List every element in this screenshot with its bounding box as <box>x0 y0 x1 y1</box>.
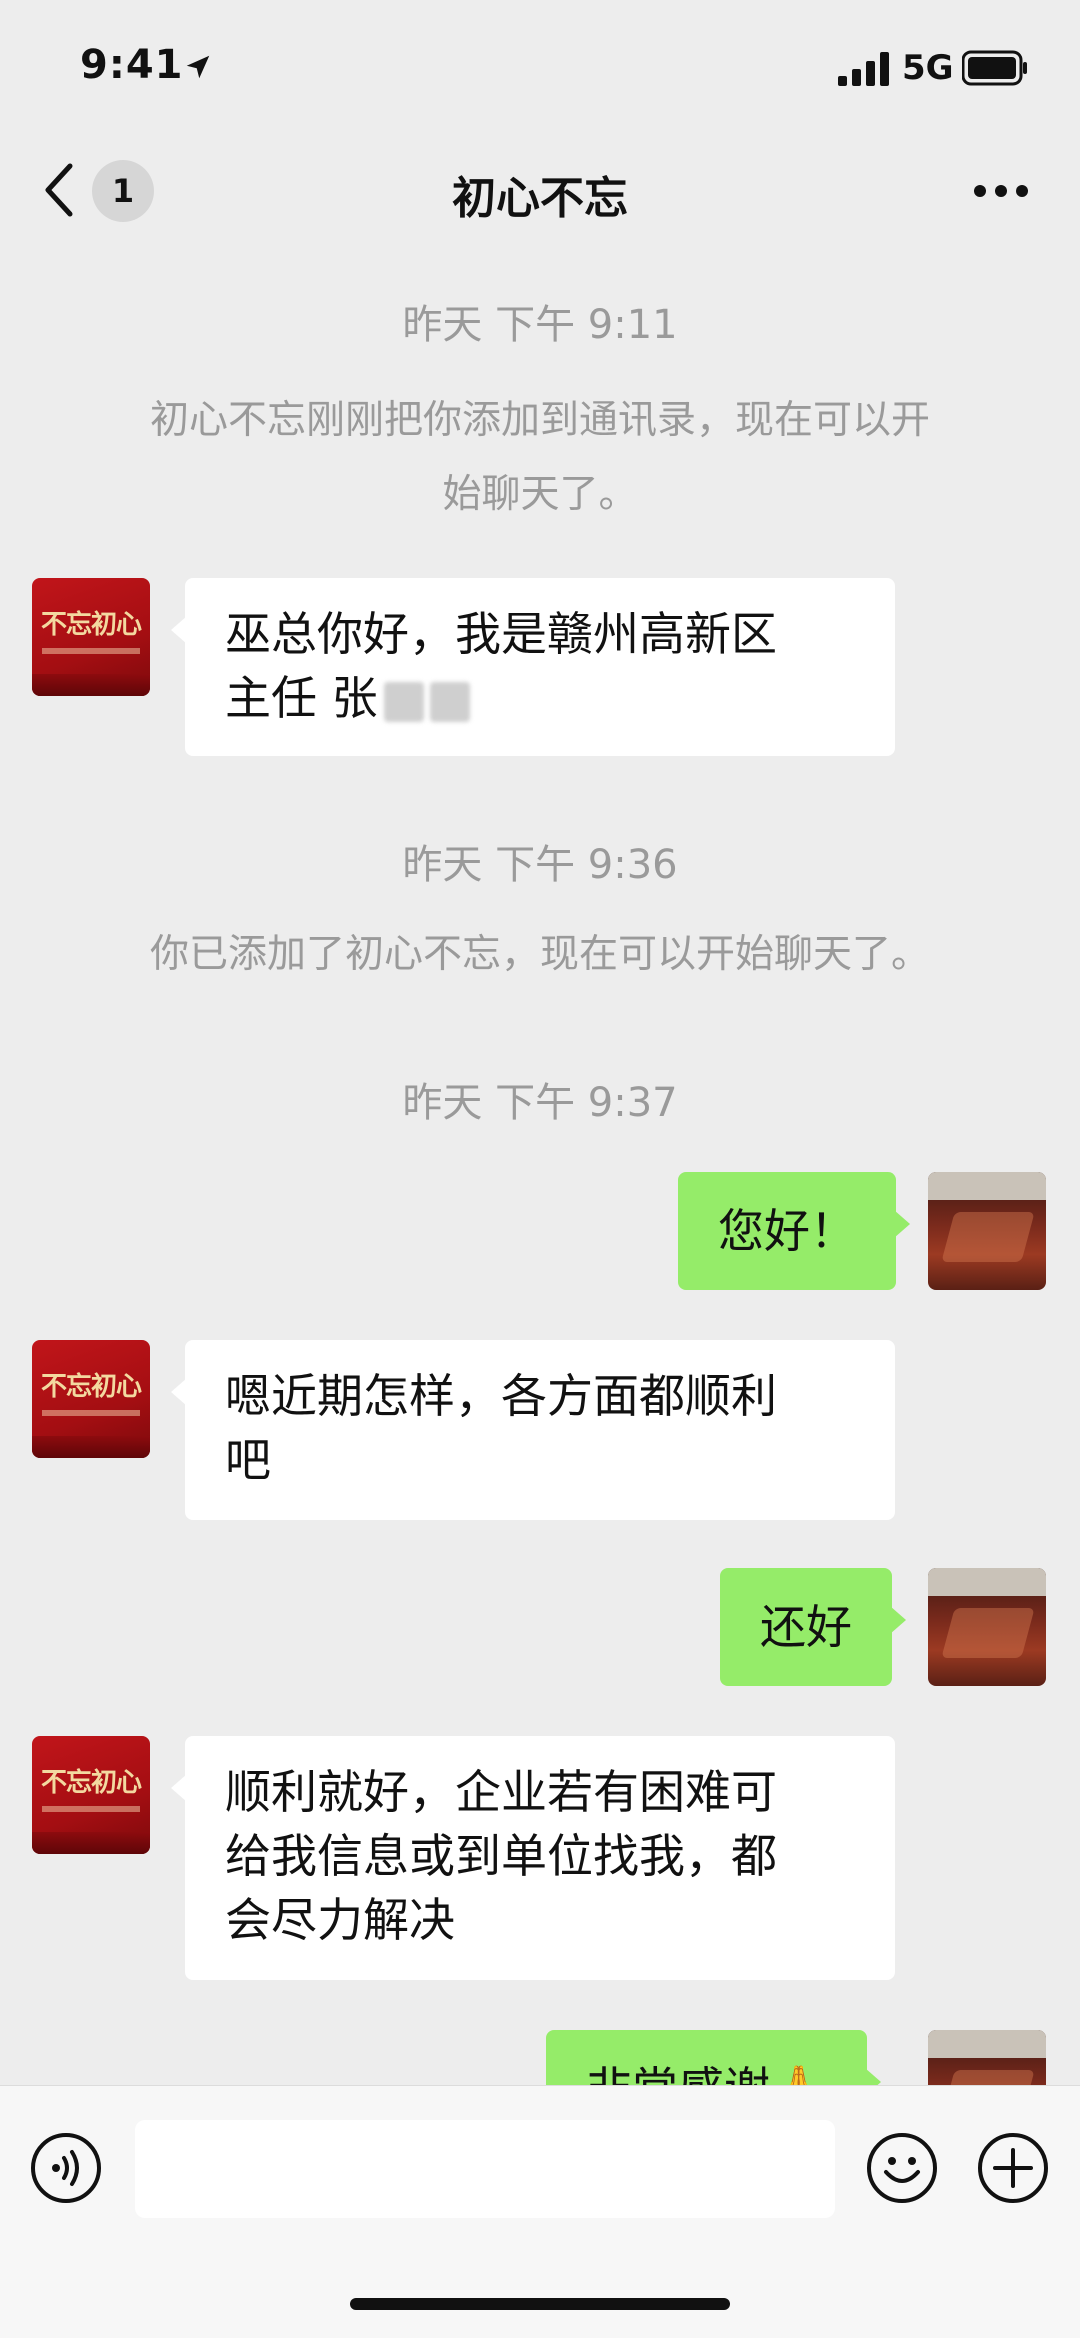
avatar-brand-text: 不忘初心 <box>40 1768 142 1798</box>
contact-avatar[interactable]: 不忘初心 <box>32 1736 150 1854</box>
message-text-line: 吧 <box>225 1433 271 1487</box>
more-dots-icon[interactable] <box>972 182 1030 200</box>
home-indicator <box>350 2298 730 2310</box>
message-bubble-received[interactable]: 嗯近期怎样，各方面都顺利 吧 <box>171 1340 895 1520</box>
input-bar <box>0 2085 1080 2338</box>
timestamp: 昨天 下午 9:11 <box>402 302 678 348</box>
emoji-icon[interactable] <box>866 2132 938 2204</box>
status-bar: 9:41 5G <box>0 0 1080 130</box>
message-text-line: 嗯近期怎样，各方面都顺利 <box>225 1369 777 1423</box>
system-message-line: 初心不忘刚刚把你添加到通讯录，现在可以开 <box>149 398 930 443</box>
redacted-name <box>429 681 470 722</box>
message-input[interactable] <box>135 2120 835 2218</box>
system-message-line: 始聊天了。 <box>442 472 638 517</box>
message-bubble-received[interactable]: 巫总你好，我是赣州高新区 主任 张 <box>171 578 895 756</box>
self-avatar[interactable] <box>928 1172 1046 1290</box>
contact-avatar[interactable]: 不忘初心 <box>32 578 150 696</box>
message-text-line: 给我信息或到单位找我，都 <box>225 1829 777 1883</box>
timestamp: 昨天 下午 9:36 <box>402 842 678 888</box>
self-avatar[interactable] <box>928 1568 1046 1686</box>
timestamp: 昨天 下午 9:37 <box>402 1080 678 1126</box>
avatar-brand-text: 不忘初心 <box>40 610 142 640</box>
chat-title: 初心不忘 <box>452 173 628 224</box>
message-bubble-sent[interactable]: 您好！ <box>678 1172 910 1290</box>
location-arrow-icon <box>186 55 210 79</box>
plus-icon[interactable] <box>977 2132 1049 2204</box>
voice-icon[interactable] <box>30 2132 102 2204</box>
message-text-line: 顺利就好，企业若有困难可 <box>225 1765 777 1819</box>
system-message: 你已添加了初心不忘，现在可以开始聊天了。 <box>149 932 930 977</box>
avatar-brand-text: 不忘初心 <box>40 1372 142 1402</box>
contact-avatar[interactable]: 不忘初心 <box>32 1340 150 1458</box>
system-message: 初心不忘刚刚把你添加到通讯录，现在可以开 始聊天了。 <box>70 384 1010 532</box>
status-time: 9:41 <box>80 42 184 88</box>
message-bubble-sent[interactable]: 还好 <box>720 1568 906 1686</box>
message-text-line: 主任 张 <box>225 666 855 730</box>
redacted-name <box>383 681 424 722</box>
message-bubble-received[interactable]: 顺利就好，企业若有困难可 给我信息或到单位找我，都 会尽力解决 <box>171 1736 895 1980</box>
message-text-line: 会尽力解决 <box>225 1893 455 1947</box>
signal-icon <box>838 52 889 86</box>
message-text-line: 巫总你好，我是赣州高新区 <box>225 607 777 661</box>
battery-icon <box>962 50 1027 86</box>
network-type: 5G <box>902 48 954 88</box>
nav-bar: 1 初心不忘 <box>0 130 1080 250</box>
